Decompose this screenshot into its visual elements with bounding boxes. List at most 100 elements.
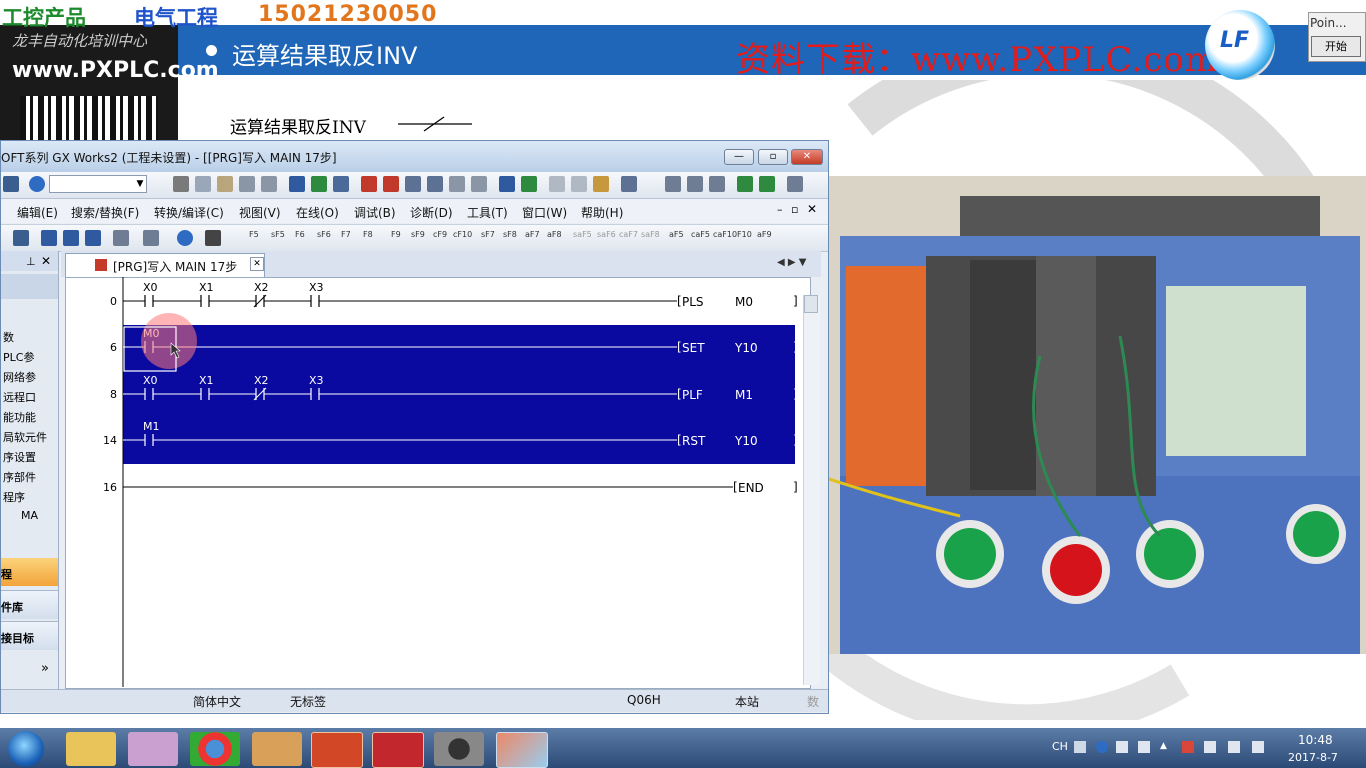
find-icon[interactable] — [205, 230, 221, 246]
fkey-cf10[interactable]: cF10 — [453, 230, 472, 239]
menu-online[interactable]: 在线(O) — [296, 204, 339, 221]
menu-diagnostics[interactable]: 诊断(D) — [410, 204, 453, 221]
maximize-button[interactable]: ▫ — [758, 149, 788, 165]
view-icon[interactable] — [113, 230, 129, 246]
fkey-sf6[interactable]: sF6 — [317, 230, 331, 239]
monitor-stop-icon[interactable] — [383, 176, 399, 192]
menu-help[interactable]: 帮助(H) — [581, 204, 623, 221]
mdi-minimize-icon[interactable]: – — [777, 203, 783, 216]
fkey-saf6[interactable]: saF6 — [597, 230, 616, 239]
mdi-close-icon[interactable]: ✕ — [807, 202, 817, 216]
ladder-diagram[interactable]: 0X0X1X2X3[PLSM0]6M0[SETY10]8X0X1X2X3[PLF… — [65, 277, 809, 687]
nav-item-function[interactable]: 能功能 — [3, 409, 36, 425]
chrome-icon[interactable] — [190, 732, 240, 766]
tab-scroll-icon[interactable]: ◀ ▶ ▼ — [777, 257, 806, 268]
paint-icon[interactable] — [252, 732, 302, 766]
fkey-cf9[interactable]: cF9 — [433, 230, 447, 239]
nav-item-program-parts[interactable]: 序部件 — [3, 469, 36, 485]
device-read-icon[interactable] — [289, 176, 305, 192]
comment-icon[interactable] — [549, 176, 565, 192]
nav-item-remote[interactable]: 远程口 — [3, 389, 36, 405]
dev-icon[interactable] — [41, 230, 57, 246]
nav-item-global-device[interactable]: 局软元件 — [3, 429, 47, 445]
fkey-caf10[interactable]: caF10 — [713, 230, 737, 239]
fkey-f7[interactable]: F7 — [341, 230, 351, 239]
minimize-button[interactable]: — — [724, 149, 754, 165]
fkey-caf5[interactable]: caF5 — [691, 230, 710, 239]
explorer-icon[interactable] — [66, 732, 116, 766]
tray-expand-icon[interactable]: ▲ — [1160, 741, 1172, 753]
fkey-af9[interactable]: aF9 — [757, 230, 772, 239]
list-icon[interactable] — [471, 176, 487, 192]
nav-more-icon[interactable]: » — [41, 661, 49, 676]
clock-date[interactable]: 2017-8-7 — [1288, 751, 1338, 764]
fkey-f6[interactable]: F6 — [295, 230, 305, 239]
volume-icon[interactable] — [1252, 741, 1264, 753]
ladder-insert-icon[interactable] — [665, 176, 681, 192]
chart-icon[interactable] — [787, 176, 803, 192]
settings-icon[interactable] — [1138, 741, 1150, 753]
undo-icon[interactable] — [239, 176, 255, 192]
menu-convert-compile[interactable]: 转换/编译(C) — [154, 204, 224, 221]
ladder-delete-icon[interactable] — [687, 176, 703, 192]
cut-icon[interactable] — [173, 176, 189, 192]
search-icon[interactable] — [405, 176, 421, 192]
cross-ref-icon[interactable] — [449, 176, 465, 192]
device-write-icon[interactable] — [311, 176, 327, 192]
fkey-sf5[interactable]: sF5 — [271, 230, 285, 239]
ime-indicator[interactable]: CH — [1052, 740, 1068, 753]
recorder-icon[interactable] — [496, 732, 548, 768]
microphone-icon[interactable] — [1116, 741, 1128, 753]
dev-cc2-icon[interactable] — [85, 230, 101, 246]
zoom-icon[interactable] — [143, 230, 159, 246]
menu-search-replace[interactable]: 搜索/替换(F) — [71, 204, 139, 221]
redo-icon[interactable] — [261, 176, 277, 192]
keyboard-icon[interactable] — [1074, 741, 1086, 753]
mdi-restore-icon[interactable]: ▫ — [791, 203, 798, 216]
powerpoint-icon[interactable] — [311, 732, 363, 768]
monitor-icon[interactable] — [621, 176, 637, 192]
tab-close-icon[interactable]: ✕ — [250, 257, 264, 271]
dev-cc-icon[interactable] — [63, 230, 79, 246]
pin-icon[interactable]: ⊥ — [26, 255, 36, 268]
save-icon[interactable] — [3, 176, 19, 192]
menu-view[interactable]: 视图(V) — [239, 204, 281, 221]
fkey-f5[interactable]: F5 — [249, 230, 259, 239]
dev-read-icon[interactable] — [499, 176, 515, 192]
menu-window[interactable]: 窗口(W) — [522, 204, 567, 221]
device-icon[interactable] — [1204, 741, 1216, 753]
network-alert-icon[interactable] — [1182, 741, 1194, 753]
fkey-af8[interactable]: aF8 — [547, 230, 562, 239]
menu-tools[interactable]: 工具(T) — [467, 204, 508, 221]
nav-item-plc-param[interactable]: PLC参 — [3, 349, 34, 365]
simulate-stop-icon[interactable] — [759, 176, 775, 192]
fkey-f9[interactable]: F9 — [391, 230, 401, 239]
simulate-icon[interactable] — [737, 176, 753, 192]
find-device-icon[interactable] — [427, 176, 443, 192]
fkey-sf9[interactable]: sF9 — [411, 230, 425, 239]
chevron-down-icon[interactable]: ▼ — [133, 175, 147, 193]
gx-works-icon[interactable] — [372, 732, 424, 768]
help-topic-icon[interactable] — [177, 230, 193, 246]
copy-icon[interactable] — [195, 176, 211, 192]
scrollbar-thumb[interactable] — [804, 295, 818, 313]
nav-item-main[interactable]: MA — [21, 509, 38, 522]
fkey-saf5[interactable]: saF5 — [573, 230, 592, 239]
menu-debug[interactable]: 调试(B) — [354, 204, 396, 221]
fkey-f8[interactable]: F8 — [363, 230, 373, 239]
help-icon[interactable] — [29, 176, 45, 192]
paste-icon[interactable] — [217, 176, 233, 192]
nav-item-program[interactable]: 程序 — [3, 489, 25, 505]
fkey-sf8[interactable]: sF8 — [503, 230, 517, 239]
close-button[interactable]: ✕ — [791, 149, 823, 165]
snipping-icon[interactable] — [128, 732, 178, 766]
help-tray-icon[interactable] — [1096, 741, 1108, 753]
signal-icon[interactable] — [1228, 741, 1240, 753]
fkey-f10[interactable]: F10 — [737, 230, 752, 239]
monitor-start-icon[interactable] — [361, 176, 377, 192]
nav-section-project[interactable]: 程 — [1, 566, 12, 582]
fkey-af5[interactable]: aF5 — [669, 230, 684, 239]
device-verify-icon[interactable] — [333, 176, 349, 192]
clock-time[interactable]: 10:48 — [1298, 733, 1333, 747]
program-list-icon[interactable] — [13, 230, 29, 246]
